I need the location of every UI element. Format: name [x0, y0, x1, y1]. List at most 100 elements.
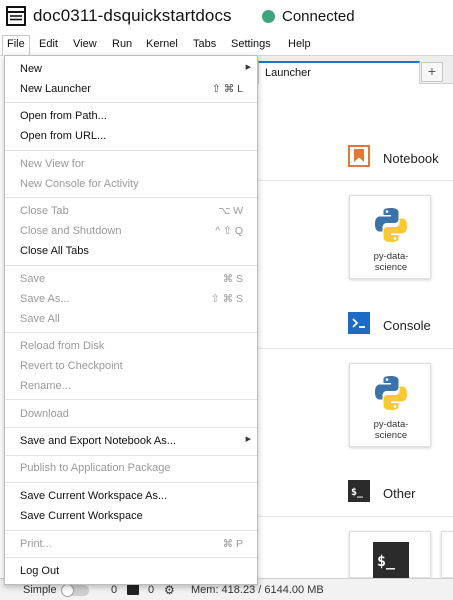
- terminal-icon: $_: [373, 542, 409, 578]
- section-divider: [258, 180, 453, 181]
- menu-item-publish[interactable]: Publish to Application Package: [5, 459, 257, 479]
- menu-separator: [5, 197, 257, 198]
- menu-separator: [5, 557, 257, 558]
- terminal-icon: $_: [348, 480, 370, 502]
- menu-item-label: Publish to Application Package: [20, 462, 171, 474]
- menu-separator: [5, 427, 257, 428]
- terminals-count: 0: [111, 584, 118, 596]
- menu-item-label: Log Out: [20, 565, 60, 577]
- bookmark-icon: [348, 145, 370, 167]
- menu-item-open-from-url[interactable]: Open from URL...: [5, 127, 257, 147]
- menu-tabs[interactable]: Tabs: [193, 38, 216, 50]
- menu-item-label: Open from Path...: [20, 110, 107, 122]
- menu-item-rename[interactable]: Rename...: [5, 377, 257, 397]
- menu-item-label: New Console for Activity: [20, 178, 139, 190]
- terminal-prompt-icon: [348, 312, 370, 334]
- menu-file[interactable]: File: [2, 35, 30, 56]
- menu-separator: [5, 455, 257, 456]
- menu-separator: [5, 482, 257, 483]
- menu-item-new-view[interactable]: New View for: [5, 155, 257, 175]
- menu-help[interactable]: Help: [288, 38, 311, 50]
- menu-item-label: Save: [20, 273, 46, 285]
- menu-item-label: Print...: [20, 538, 52, 550]
- menu-item-shortcut: ⌘ S: [222, 273, 243, 285]
- kernel-status-icon[interactable]: ⚙: [164, 583, 175, 597]
- menu-item-label: Reload from Disk: [20, 340, 105, 352]
- menu-item-download[interactable]: Download: [5, 405, 257, 425]
- notebook-kernel-card-label: py-data- science: [373, 251, 409, 273]
- menu-separator: [5, 102, 257, 103]
- menu-item-shortcut: ^ ⇧ Q: [215, 225, 243, 237]
- app-title: doc0311-dsquickstartdocs: [33, 6, 232, 25]
- menu-item-label: Save and Export Notebook As...: [20, 435, 176, 447]
- menu-run[interactable]: Run: [112, 38, 132, 50]
- svg-text:$_: $_: [377, 552, 396, 570]
- menu-item-print[interactable]: Print... ⌘ P: [5, 535, 257, 555]
- chevron-right-icon: ▶: [245, 64, 251, 71]
- menu-item-save-and-export[interactable]: Save and Export Notebook As... ▶: [5, 432, 257, 452]
- menu-item-label: Download: [20, 408, 69, 420]
- menu-item-save[interactable]: Save ⌘ S: [5, 270, 257, 290]
- menu-item-label: New View for: [20, 158, 85, 170]
- console-section-label: Console: [383, 318, 431, 333]
- connection-status-text: Connected: [282, 8, 355, 25]
- menu-separator: [5, 530, 257, 531]
- menu-item-shortcut: ⌥ W: [218, 205, 243, 217]
- menu-item-label: Save Current Workspace As...: [20, 490, 168, 502]
- menu-item-shortcut: ⇧ ⌘ L: [212, 83, 243, 95]
- menu-item-label: Close All Tabs: [20, 245, 89, 257]
- menu-item-save-workspace-as[interactable]: Save Current Workspace As...: [5, 487, 257, 507]
- menu-item-shortcut: ⌘ P: [222, 538, 243, 550]
- terminal-card[interactable]: $_: [349, 531, 431, 578]
- menu-item-close-and-shutdown[interactable]: Close and Shutdown ^ ⇧ Q: [5, 222, 257, 242]
- tab-launcher-label: Launcher: [265, 67, 311, 79]
- menu-item-revert-to-checkpoint[interactable]: Revert to Checkpoint: [5, 357, 257, 377]
- menu-separator: [5, 265, 257, 266]
- section-divider: [258, 348, 453, 349]
- menu-item-log-out[interactable]: Log Out: [5, 562, 257, 582]
- file-menu-dropdown: New ▶ New Launcher ⇧ ⌘ L Open from Path.…: [4, 55, 258, 585]
- menu-item-label: Close Tab: [20, 205, 69, 217]
- simple-mode-toggle[interactable]: [61, 584, 89, 597]
- menu-item-save-all[interactable]: Save All: [5, 310, 257, 330]
- menu-item-reload-from-disk[interactable]: Reload from Disk: [5, 337, 257, 357]
- menu-bar: File Edit View Run Kernel Tabs Settings …: [0, 34, 453, 56]
- menu-item-shortcut: ⇧ ⌘ S: [210, 293, 243, 305]
- menu-edit[interactable]: Edit: [39, 38, 58, 50]
- menu-item-label: New: [20, 63, 43, 75]
- toggle-knob: [61, 584, 74, 597]
- notebook-kernel-card[interactable]: py-data- science: [349, 195, 431, 279]
- tab-launcher[interactable]: Launcher: [258, 61, 420, 84]
- console-kernel-card[interactable]: py-data- science: [349, 363, 431, 447]
- menu-separator: [5, 399, 257, 400]
- simple-mode-label: Simple: [23, 584, 57, 596]
- menu-separator: [5, 150, 257, 151]
- menu-item-new-console[interactable]: New Console for Activity: [5, 175, 257, 195]
- menu-item-label: New Launcher: [20, 83, 91, 95]
- console-kernel-card-label: py-data- science: [373, 419, 409, 441]
- menu-item-save-as[interactable]: Save As... ⇧ ⌘ S: [5, 290, 257, 310]
- menu-item-close-tab[interactable]: Close Tab ⌥ W: [5, 202, 257, 222]
- menu-item-label: Save As...: [20, 293, 70, 305]
- menu-item-open-from-path[interactable]: Open from Path...: [5, 107, 257, 127]
- launcher-card-partial[interactable]: [441, 531, 453, 578]
- connection-status-icon: [262, 10, 275, 23]
- menu-kernel[interactable]: Kernel: [146, 38, 178, 50]
- menu-item-close-all-tabs[interactable]: Close All Tabs: [5, 242, 257, 262]
- menu-settings[interactable]: Settings: [231, 38, 271, 50]
- menu-item-label: Rename...: [20, 380, 71, 392]
- menu-separator: [5, 332, 257, 333]
- svg-text:$_: $_: [351, 487, 364, 498]
- menu-item-label: Save All: [20, 313, 60, 325]
- menu-item-new-launcher[interactable]: New Launcher ⇧ ⌘ L: [5, 80, 257, 100]
- python-logo-icon: [375, 208, 407, 242]
- menu-item-save-workspace[interactable]: Save Current Workspace: [5, 507, 257, 527]
- memory-usage: Mem: 418.23 / 6144.00 MB: [191, 584, 324, 596]
- terminal-status-icon[interactable]: [127, 584, 139, 595]
- section-divider: [258, 516, 453, 517]
- chevron-right-icon: ▶: [245, 436, 251, 443]
- add-tab-button[interactable]: +: [421, 62, 443, 82]
- menu-item-new[interactable]: New ▶: [5, 60, 257, 80]
- menu-view[interactable]: View: [73, 38, 97, 50]
- menu-item-label: Save Current Workspace: [20, 510, 143, 522]
